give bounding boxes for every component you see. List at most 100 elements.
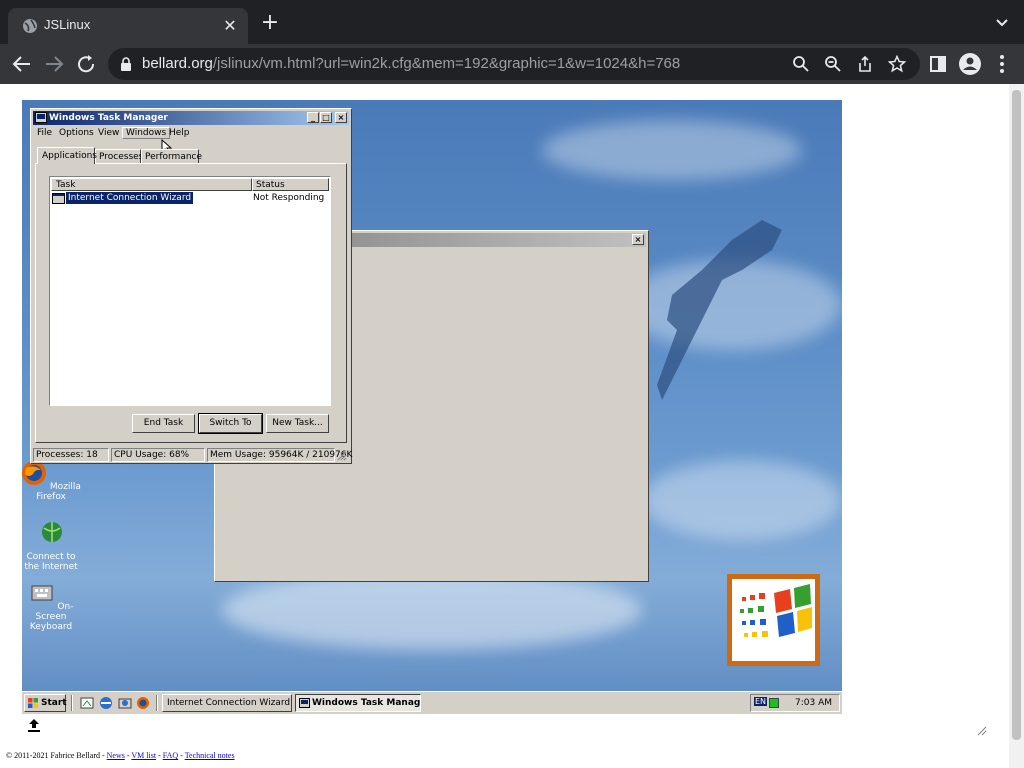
column-header-label: Status (256, 180, 285, 190)
copyright-text: © 2011-2021 Fabrice Bellard - (6, 751, 107, 760)
background-cloud (642, 460, 842, 540)
reload-icon[interactable] (74, 52, 98, 76)
tab-panel: Task Status Internet Connection Wizard N… (35, 163, 347, 443)
windows-start-icon (28, 698, 38, 708)
back-arrow-icon[interactable] (10, 52, 34, 76)
resize-grip-icon[interactable] (337, 451, 347, 461)
show-desktop-icon[interactable] (80, 696, 94, 710)
outlook-express-icon[interactable] (118, 696, 132, 710)
windows-logo-badge (727, 574, 820, 666)
status-cpu: CPU Usage: 68% (111, 448, 205, 462)
tab-performance[interactable]: Performance (141, 149, 203, 163)
browser-toolbar: bellard.org/jslinux/vm.html?url=win2k.cf… (0, 44, 1024, 84)
browser-tab-strip: JSLinux ✕ + (0, 0, 1024, 44)
status-mem: Mem Usage: 95964K / 210976K (207, 448, 352, 462)
close-icon[interactable]: × (335, 112, 347, 123)
taskbar-divider (71, 695, 73, 711)
zoom-out-icon[interactable] (824, 55, 842, 73)
maximize-icon[interactable]: □ (320, 112, 332, 123)
desktop-icon-connect-internet[interactable]: Connect to the Internet (22, 520, 84, 572)
menu-options[interactable]: Options (59, 128, 94, 138)
column-header-label: Task (56, 180, 76, 190)
column-header-task[interactable]: Task (51, 178, 252, 191)
task-manager-title: Windows Task Manager (49, 113, 168, 123)
minimize-icon[interactable]: _ (307, 112, 319, 123)
desktop-icon-label: On-Screen Keyboard (29, 602, 74, 632)
tab-label: Performance (145, 152, 203, 162)
task-status: Not Responding (253, 193, 325, 203)
task-manager-app-icon (35, 112, 47, 123)
taskbar-item-wizard[interactable]: Internet Connection Wizard (162, 694, 292, 712)
background-cloud (542, 120, 802, 180)
footer-link-faq[interactable]: FAQ (163, 751, 178, 760)
globe-icon (23, 19, 37, 33)
taskbar: Start Internet Connection Wizard Windows… (22, 691, 842, 714)
forward-arrow-icon[interactable] (42, 52, 66, 76)
url-text[interactable]: bellard.org/jslinux/vm.html?url=win2k.cf… (142, 55, 680, 72)
globe-connect-icon (42, 522, 62, 542)
taskbar-item-task-manager[interactable]: Windows Task Manager (295, 694, 421, 712)
bookmark-star-icon[interactable] (888, 55, 906, 73)
scrollbar-thumb[interactable] (1012, 90, 1021, 740)
lock-icon[interactable] (120, 57, 132, 71)
start-button[interactable]: Start (24, 694, 67, 712)
status-bar: Processes: 18 CPU Usage: 68% Mem Usage: … (33, 448, 352, 462)
menu-view[interactable]: View (98, 128, 119, 138)
status-processes: Processes: 18 (33, 448, 109, 462)
share-icon[interactable] (856, 55, 874, 73)
language-indicator[interactable]: EN (754, 697, 768, 706)
menu-help[interactable]: Help (169, 128, 190, 138)
internet-explorer-icon[interactable] (99, 696, 113, 710)
address-bar[interactable]: bellard.org/jslinux/vm.html?url=win2k.cf… (108, 48, 920, 80)
vm-screen[interactable]: Mozilla Firefox Connect to the Internet … (22, 100, 842, 714)
keyboard-icon (31, 585, 53, 601)
tab-label: Processes (99, 152, 144, 162)
background-cloud (222, 570, 642, 650)
windows-flag-icon (732, 579, 815, 661)
side-panel-icon[interactable] (926, 52, 950, 76)
firefox-quicklaunch-icon[interactable] (136, 696, 150, 710)
switch-to-button[interactable]: Switch To (198, 413, 263, 434)
footer-link-vm-list[interactable]: VM list (131, 751, 156, 760)
menu-bar: File Options View Windows Help (33, 127, 349, 141)
upload-icon[interactable] (26, 717, 42, 733)
resize-handle-icon[interactable] (977, 726, 987, 736)
tab-applications[interactable]: Applications (37, 147, 97, 164)
page-footer: © 2011-2021 Fabrice Bellard - News - VM … (6, 751, 235, 760)
task-manager-window[interactable]: Windows Task Manager _ □ × File Options … (30, 108, 352, 464)
end-task-button[interactable]: End Task (132, 414, 195, 433)
desktop-icon-firefox[interactable]: Mozilla Firefox (22, 460, 84, 502)
system-tray: EN 7:03 AM (750, 694, 840, 712)
new-task-button[interactable]: New Task... (266, 414, 329, 433)
tab-title: JSLinux (44, 17, 91, 32)
desktop-icon-label: Connect to the Internet (24, 552, 78, 572)
tab-label: Applications (42, 151, 97, 161)
start-label: Start (41, 698, 67, 708)
taskbar-divider (156, 695, 158, 711)
taskbar-item-label: Windows Task Manager (312, 698, 421, 708)
browser-tab-jslinux[interactable]: JSLinux ✕ (8, 8, 248, 44)
task-manager-app-icon (299, 698, 310, 708)
desktop-icon-onscreen-keyboard[interactable]: On-Screen Keyboard (22, 580, 84, 632)
chevron-down-icon[interactable] (992, 12, 1012, 32)
footer-link-technical-notes[interactable]: Technical notes (185, 751, 235, 760)
footer-link-news[interactable]: News (107, 751, 125, 760)
window-app-icon (52, 193, 65, 204)
menu-windows[interactable]: Windows (122, 127, 171, 139)
table-row[interactable]: Internet Connection Wizard Not Respondin… (52, 191, 328, 205)
close-tab-icon[interactable]: ✕ (220, 16, 240, 36)
task-list[interactable]: Task Status Internet Connection Wizard N… (49, 176, 331, 406)
menu-file[interactable]: File (37, 128, 52, 138)
search-icon[interactable] (792, 55, 810, 73)
task-name[interactable]: Internet Connection Wizard (64, 191, 195, 205)
new-tab-icon[interactable]: + (258, 12, 282, 36)
network-tray-icon[interactable] (769, 698, 779, 708)
tab-processes[interactable]: Processes (95, 149, 144, 163)
column-header-status[interactable]: Status (252, 178, 329, 191)
page-scrollbar[interactable] (1009, 84, 1024, 768)
profile-avatar-icon[interactable] (958, 52, 982, 76)
kebab-menu-icon[interactable] (990, 52, 1014, 76)
clock[interactable]: 7:03 AM (795, 698, 832, 708)
task-manager-titlebar[interactable]: Windows Task Manager _ □ × (33, 111, 349, 125)
close-icon[interactable]: × (632, 234, 644, 245)
